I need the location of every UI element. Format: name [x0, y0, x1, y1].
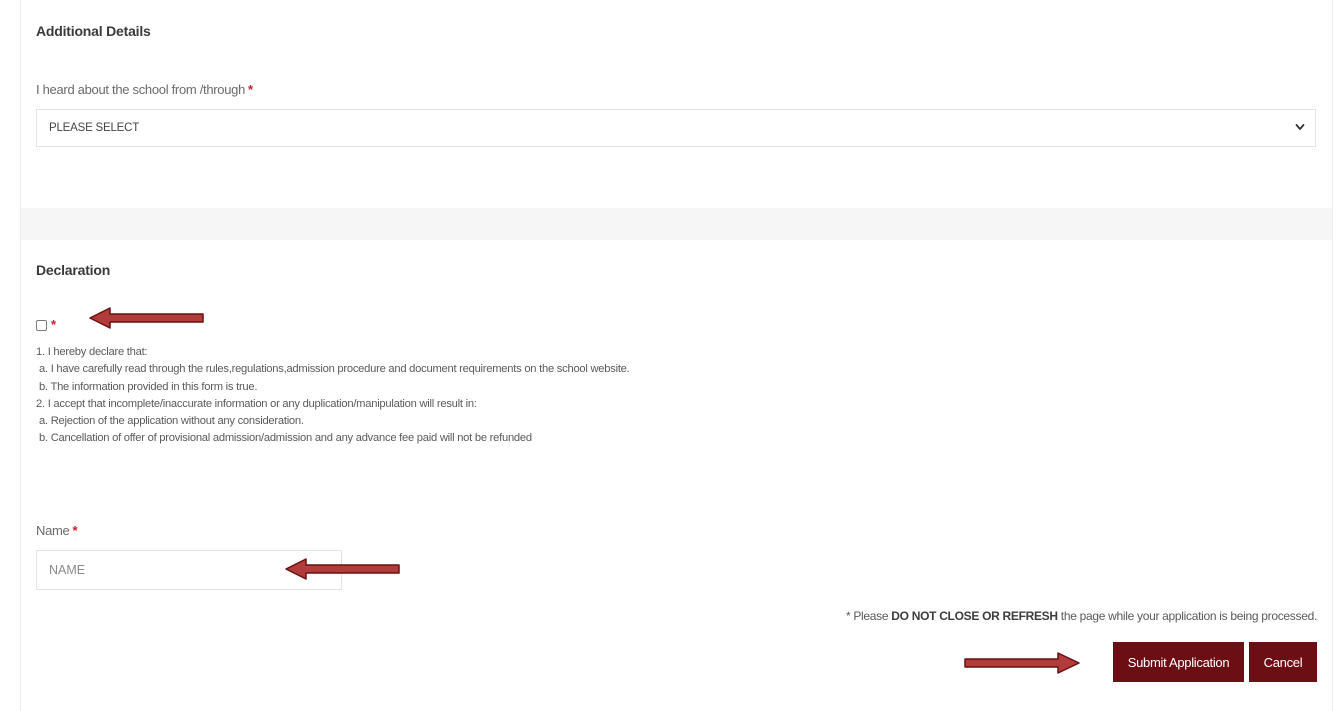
declaration-line: a. Rejection of the application without … [39, 415, 304, 428]
page-border-left [20, 0, 21, 711]
notice-emphasis: DO NOT CLOSE OR REFRESH [891, 609, 1058, 623]
required-mark: * [248, 82, 253, 97]
arrow-icon [964, 652, 1080, 674]
declaration-line: 2. I accept that incomplete/inaccurate i… [36, 397, 477, 410]
section-separator [21, 208, 1332, 240]
submit-application-button[interactable]: Submit Application [1113, 642, 1244, 682]
required-mark: * [51, 317, 57, 332]
arrow-icon [285, 558, 400, 580]
source-label-text: I heard about the school from /through [36, 82, 246, 97]
source-select-value: PLEASE SELECT [49, 122, 140, 134]
chevron-down-icon [1295, 124, 1305, 130]
source-select[interactable]: PLEASE SELECT [36, 109, 1316, 147]
declaration-checkbox[interactable] [36, 320, 47, 331]
required-mark: * [72, 523, 78, 538]
notice-prefix: * Please [845, 609, 892, 623]
cancel-button[interactable]: Cancel [1249, 642, 1317, 682]
source-label: I heard about the school from /through * [36, 82, 253, 97]
processing-notice: * Please DO NOT CLOSE OR REFRESH the pag… [846, 609, 1317, 623]
declaration-line: a. I have carefully read through the rul… [39, 363, 630, 376]
page-border-right [1332, 0, 1333, 711]
declaration-heading: Declaration [36, 262, 111, 278]
declaration-line: b. Cancellation of offer of provisional … [39, 432, 532, 445]
name-label-text: Name [36, 523, 70, 538]
declaration-line: b. The information provided in this form… [39, 380, 258, 393]
additional-details-heading: Additional Details [36, 23, 151, 39]
declaration-line: 1. I hereby declare that: [36, 346, 148, 358]
notice-suffix: the page while your application is being… [1057, 609, 1318, 623]
name-label: Name * [36, 523, 78, 538]
arrow-icon [89, 307, 204, 329]
declaration-text: 1. I hereby declare that: a. I have care… [36, 344, 630, 448]
